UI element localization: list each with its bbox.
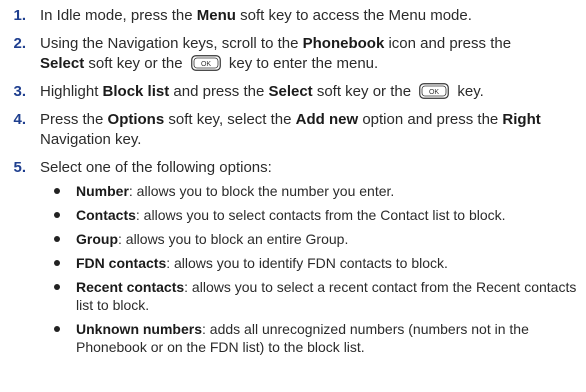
step-4: 4. Press the Options soft key, select th… (6, 110, 586, 150)
ok-key-label: OK (429, 89, 439, 96)
bold-term: Block list (102, 83, 170, 100)
option-name: Unknown numbers (76, 321, 203, 337)
text-run: Using the Navigation keys, scroll to the (40, 35, 303, 52)
option-desc: : allows you to block the number you ent… (128, 183, 395, 199)
step-number: 2. (13, 35, 26, 52)
bullet-icon (54, 212, 60, 218)
step-5: 5. Select one of the following options: … (6, 158, 586, 356)
bold-term: Add new (295, 111, 359, 128)
step-1: 1. In Idle mode, press the Menu soft key… (6, 6, 586, 26)
bold-term: Phonebook (302, 35, 385, 52)
bold-term: Select (40, 55, 85, 72)
list-item: Recent contacts: allows you to select a … (54, 278, 586, 314)
bold-term: Right (502, 111, 541, 128)
list-item: Contacts: allows you to select contacts … (54, 206, 586, 224)
option-name: Contacts (76, 207, 136, 223)
step-text: Highlight Block list and press the Selec… (40, 82, 586, 102)
bold-term: Menu (196, 7, 236, 24)
step-text: Press the Options soft key, select the A… (40, 110, 586, 150)
list-item: FDN contacts: allows you to identify FDN… (54, 254, 586, 272)
list-item: Unknown numbers: adds all unrecognized n… (54, 320, 586, 356)
step-number: 4. (13, 111, 26, 128)
text-run: In Idle mode, press the (40, 7, 197, 24)
option-name: Recent contacts (76, 279, 185, 295)
list-item: Group: allows you to block an entire Gro… (54, 230, 586, 248)
bullet-icon (54, 326, 60, 332)
text-run: soft key to access the Menu mode. (235, 7, 472, 24)
ok-key-icon: OK (419, 83, 450, 99)
step-number: 5. (13, 159, 26, 176)
ok-key-label: OK (201, 61, 211, 68)
text-run: soft key, select the (164, 111, 296, 128)
bold-term: Options (107, 111, 165, 128)
bullet-icon (54, 260, 60, 266)
text-run: Navigation key. (40, 131, 142, 148)
step-3: 3. Highlight Block list and press the Se… (6, 82, 586, 102)
option-desc: : allows you to select contacts from the… (135, 207, 506, 223)
step-number: 3. (13, 83, 26, 100)
options-list: Number: allows you to block the number y… (40, 182, 586, 356)
option-desc: : allows you to block an entire Group. (118, 231, 349, 247)
text-run: option and press the (358, 111, 503, 128)
option-name: Number (76, 183, 129, 199)
text-run: icon and press the (384, 35, 512, 52)
step-text: Using the Navigation keys, scroll to the… (40, 34, 586, 74)
step-text: In Idle mode, press the Menu soft key to… (40, 6, 586, 26)
option-name: Group (76, 231, 118, 247)
bold-term: Select (268, 83, 313, 100)
instruction-document: 1. In Idle mode, press the Menu soft key… (0, 0, 586, 392)
text-run: soft key or the (84, 55, 187, 72)
step-text: Select one of the following options: (40, 159, 272, 176)
bullet-icon (54, 284, 60, 290)
step-number: 1. (13, 7, 26, 24)
bullet-icon (54, 188, 60, 194)
text-run: soft key or the (312, 83, 416, 100)
step-2: 2. Using the Navigation keys, scroll to … (6, 34, 586, 74)
text-run: key to enter the menu. (224, 55, 379, 72)
option-name: FDN contacts (76, 255, 167, 271)
text-run: Highlight (40, 83, 103, 100)
text-run: key. (453, 83, 484, 100)
option-desc: : allows you to identify FDN contacts to… (166, 255, 448, 271)
text-run: Press the (40, 111, 108, 128)
bullet-icon (54, 236, 60, 242)
list-item: Number: allows you to block the number y… (54, 182, 586, 200)
ok-key-icon: OK (190, 55, 221, 71)
text-run: and press the (169, 83, 269, 100)
